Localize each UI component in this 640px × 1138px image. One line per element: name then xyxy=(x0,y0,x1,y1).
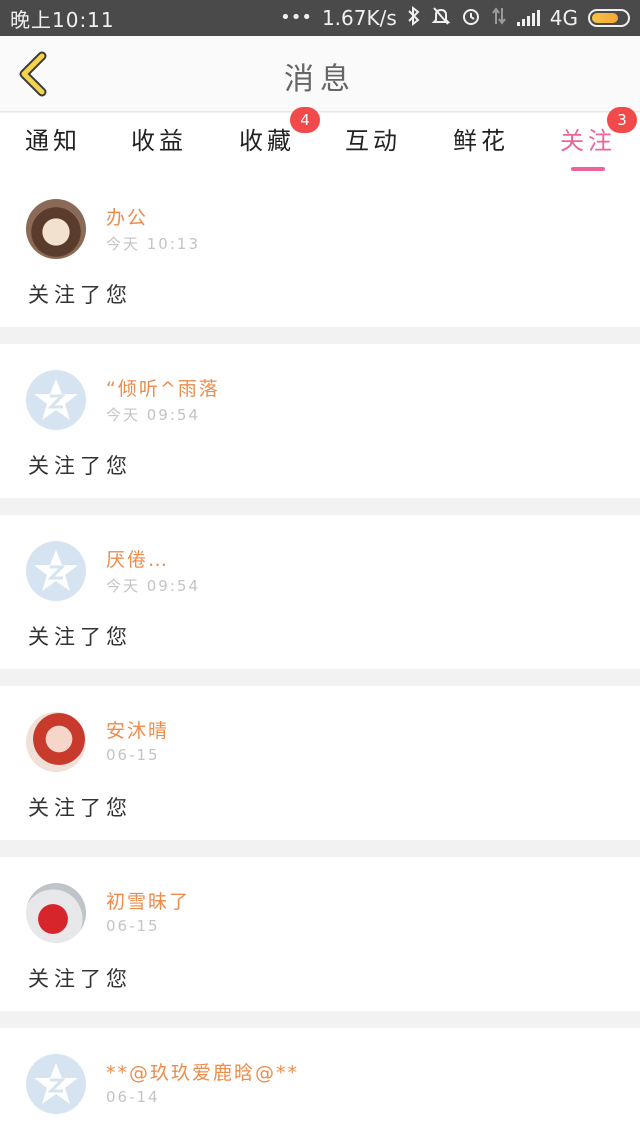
status-time: 晚上10:11 xyxy=(10,7,115,32)
unread-badge: 4 xyxy=(290,107,320,133)
timestamp: 今天 09:54 xyxy=(106,406,200,424)
timestamp: 06-15 xyxy=(106,917,160,935)
page-title: 消息 xyxy=(284,62,356,97)
active-tab-indicator xyxy=(571,167,605,171)
message-text: 关注了您 xyxy=(28,967,132,991)
mute-bell-icon xyxy=(431,6,451,30)
status-bar: 晚上10:11 ••• 1.67K/s 4G xyxy=(0,0,640,36)
bluetooth-icon xyxy=(407,5,421,30)
avatar[interactable] xyxy=(26,1054,86,1114)
timestamp: 06-14 xyxy=(106,1088,160,1106)
network-type: 4G xyxy=(549,6,578,30)
tab-interactions[interactable]: 互动 xyxy=(328,121,418,165)
default-avatar-icon xyxy=(34,1063,78,1104)
dots-icon: ••• xyxy=(280,7,312,28)
message-text: 关注了您 xyxy=(28,283,132,307)
message-text: 关注了您 xyxy=(28,454,132,478)
avatar[interactable] xyxy=(26,370,86,430)
tab-notifications[interactable]: 通知 xyxy=(8,121,98,165)
signal-icon xyxy=(516,10,540,26)
avatar[interactable] xyxy=(26,883,86,943)
tab-label: 收益 xyxy=(131,127,187,155)
message-text: 关注了您 xyxy=(28,796,132,820)
list-item[interactable]: 办公 今天 10:13 关注了您 xyxy=(0,173,640,327)
timestamp: 今天 09:54 xyxy=(106,577,200,595)
unread-badge: 3 xyxy=(607,107,637,133)
username[interactable]: 初雪昧了 xyxy=(106,887,190,914)
battery-icon xyxy=(588,9,630,27)
status-icons: ••• 1.67K/s 4G xyxy=(280,5,630,30)
list-item[interactable]: “倾听^雨落 今天 09:54 关注了您 xyxy=(0,344,640,498)
timestamp: 今天 10:13 xyxy=(106,235,200,253)
alarm-icon xyxy=(461,6,481,30)
username[interactable]: 办公 xyxy=(106,203,148,230)
username[interactable]: **@玖玖爱鹿晗@** xyxy=(106,1058,299,1085)
tab-label: 鲜花 xyxy=(453,127,509,155)
list-item[interactable]: 厌倦… 今天 09:54 关注了您 xyxy=(0,515,640,669)
avatar[interactable] xyxy=(26,541,86,601)
avatar[interactable] xyxy=(26,712,86,772)
list-item[interactable]: 初雪昧了 06-15 关注了您 xyxy=(0,857,640,1011)
message-list: 办公 今天 10:13 关注了您 “倾听^雨落 今天 09:54 关注了您 厌倦… xyxy=(0,173,640,1138)
username[interactable]: “倾听^雨落 xyxy=(106,374,220,401)
default-avatar-icon xyxy=(34,379,78,420)
network-speed: 1.67K/s xyxy=(321,6,397,30)
username[interactable]: 厌倦… xyxy=(106,545,169,572)
tab-label: 关注 xyxy=(560,127,616,155)
list-item[interactable]: **@玖玖爱鹿晗@** 06-14 xyxy=(0,1028,640,1138)
avatar[interactable] xyxy=(26,199,86,259)
tab-follows[interactable]: 关注 3 xyxy=(543,107,637,171)
tab-label: 收藏 xyxy=(239,127,295,155)
tab-bar: 通知 收益 收藏 4 互动 鲜花 关注 3 xyxy=(0,107,640,173)
header: 消息 xyxy=(0,36,640,112)
tab-label: 互动 xyxy=(345,127,401,155)
default-avatar-icon xyxy=(34,550,78,591)
tab-favorites[interactable]: 收藏 4 xyxy=(222,107,320,165)
tab-flowers[interactable]: 鲜花 xyxy=(436,121,526,165)
message-text: 关注了您 xyxy=(28,625,132,649)
tab-label: 通知 xyxy=(25,127,81,155)
list-item[interactable]: 安沐晴 06-15 关注了您 xyxy=(0,686,640,840)
username[interactable]: 安沐晴 xyxy=(106,716,169,743)
tab-earnings[interactable]: 收益 xyxy=(114,121,204,165)
timestamp: 06-15 xyxy=(106,746,160,764)
data-arrows-icon xyxy=(491,6,507,30)
